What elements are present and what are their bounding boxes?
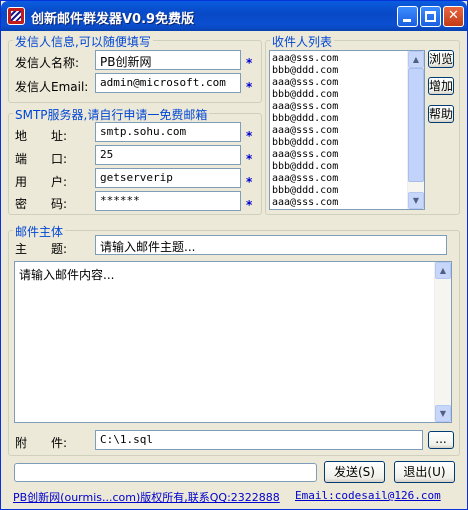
attachment-browse-button[interactable]: ... (428, 431, 454, 449)
recipient-list-scrollbar[interactable]: ▲ ▼ (407, 51, 424, 209)
smtp-user-required-mark: * (246, 175, 253, 189)
smtp-address-label: 地 址: (15, 129, 68, 143)
smtp-address-input[interactable]: smtp.sohu.com (95, 122, 241, 142)
recipient-list[interactable]: aaa@sss.com bbb@ddd.com aaa@sss.com bbb@ddd… (269, 50, 425, 210)
sender-name-label: 发信人名称: (15, 56, 80, 70)
attachment-label: 附 件: (15, 436, 68, 450)
copyright-link[interactable]: PB创新网(ourmis...com)版权所有,联系QQ:2322888 (13, 489, 280, 505)
title-bar[interactable]: 创新邮件群发器V0.9免费版 ✕ (1, 1, 467, 31)
close-icon: ✕ (448, 8, 459, 23)
sender-email-input[interactable]: admin@microsoft.com (95, 73, 241, 93)
maximize-icon (425, 11, 436, 22)
browse-button[interactable]: 浏览 (428, 50, 454, 68)
smtp-password-input[interactable]: ****** (95, 191, 241, 211)
app-icon (7, 7, 25, 25)
recipient-list-item[interactable]: aaa@sss.com (272, 173, 338, 185)
send-progress-bar (14, 463, 317, 482)
scroll-down-arrow-icon[interactable]: ▼ (408, 192, 424, 209)
app-window: 创新邮件群发器V0.9免费版 ✕ 发信人信息,可以随便填写 发信人名称: PB创… (0, 0, 468, 510)
smtp-password-required-mark: * (246, 198, 253, 212)
smtp-address-required-mark: * (246, 129, 253, 143)
send-button[interactable]: 发送(S) (324, 461, 385, 483)
sender-name-required-mark: * (246, 56, 253, 70)
smtp-password-label: 密 码: (15, 197, 68, 211)
exit-button[interactable]: 退出(U) (394, 461, 455, 483)
subject-label: 主 题: (15, 242, 68, 256)
close-button[interactable]: ✕ (443, 6, 464, 27)
window-title: 创新邮件群发器V0.9免费版 (31, 12, 195, 27)
recipient-list-item[interactable]: bbb@ddd.com (272, 137, 338, 149)
recipients-group-title: 收件人列表 (270, 33, 335, 50)
mail-content-scrollbar[interactable]: ▲ ▼ (434, 262, 451, 422)
recipient-list-item[interactable]: bbb@ddd.com (272, 65, 338, 77)
mail-content-text: 请输入邮件内容... (19, 268, 115, 282)
sender-email-label: 发信人Email: (15, 80, 89, 94)
scroll-down-arrow-icon[interactable]: ▼ (435, 405, 451, 422)
scrollbar-track[interactable] (435, 279, 451, 405)
mail-body-group-title: 邮件主体 (13, 223, 66, 240)
smtp-port-input[interactable]: 25 (95, 145, 241, 165)
smtp-user-label: 用 户: (15, 175, 68, 189)
recipient-list-item[interactable]: bbb@ddd.com (272, 161, 338, 173)
add-recipient-button[interactable]: 增加 (428, 77, 454, 95)
recipient-list-item[interactable]: bbb@ddd.com (272, 113, 338, 125)
mail-content-textarea[interactable]: 请输入邮件内容... ▲ ▼ (14, 261, 452, 423)
minimize-icon (403, 19, 411, 22)
recipient-list-item[interactable]: aaa@sss.com (272, 125, 338, 137)
smtp-user-input[interactable]: getserverip (95, 168, 241, 188)
subject-input[interactable]: 请输入邮件主题... (95, 235, 447, 255)
recipient-list-item[interactable]: bbb@ddd.com (272, 89, 338, 101)
sender-email-required-mark: * (246, 80, 253, 94)
sender-group-title: 发信人信息,可以随便填写 (13, 33, 153, 50)
recipient-list-item[interactable]: aaa@sss.com (272, 101, 338, 113)
minimize-button[interactable] (397, 6, 418, 27)
recipient-list-item[interactable]: aaa@sss.com (272, 149, 338, 161)
smtp-port-required-mark: * (246, 152, 253, 166)
attachment-input[interactable]: C:\1.sql (95, 430, 423, 450)
maximize-button[interactable] (420, 6, 441, 27)
smtp-group-title: SMTP服务器,请自行申请一免费邮箱 (13, 106, 210, 123)
smtp-port-label: 端 口: (15, 152, 68, 166)
contact-email-link[interactable]: Email:codesail@126.com (295, 489, 441, 502)
recipient-items: aaa@sss.com bbb@ddd.com aaa@sss.com bbb@ddd… (272, 53, 338, 209)
scroll-up-arrow-icon[interactable]: ▲ (435, 262, 451, 279)
recipient-list-item[interactable]: aaa@sss.com (272, 197, 338, 209)
help-button[interactable]: 帮助 (428, 105, 454, 123)
recipient-list-item[interactable]: aaa@sss.com (272, 77, 338, 89)
scroll-up-arrow-icon[interactable]: ▲ (408, 51, 424, 68)
recipient-list-item[interactable]: bbb@ddd.com (272, 185, 338, 197)
sender-name-input[interactable]: PB创新网 (95, 50, 241, 70)
recipient-list-item[interactable]: aaa@sss.com (272, 53, 338, 65)
scrollbar-thumb[interactable] (408, 68, 424, 182)
